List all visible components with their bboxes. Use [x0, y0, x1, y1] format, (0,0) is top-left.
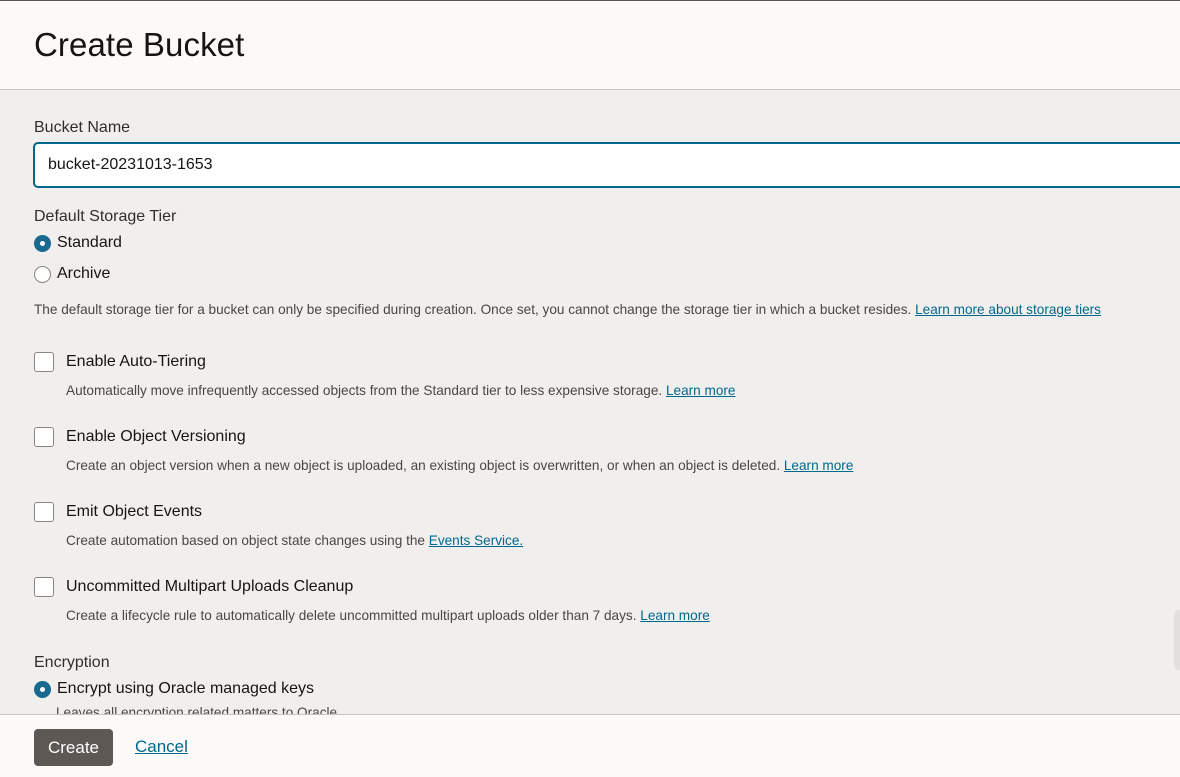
bucket-name-input[interactable] — [33, 142, 1180, 188]
page-title: Create Bucket — [34, 26, 245, 63]
object-versioning-option[interactable]: Enable Object Versioning — [34, 427, 246, 447]
radio-standard-label: Standard — [57, 234, 122, 251]
emit-events-checkbox[interactable] — [34, 502, 54, 522]
radio-oracle-managed-keys-label: Encrypt using Oracle managed keys — [57, 680, 315, 697]
auto-tiering-option[interactable]: Enable Auto-Tiering — [34, 352, 206, 372]
create-bucket-page: Create Bucket Bucket Name Default Storag… — [0, 0, 1180, 777]
auto-tiering-help: Automatically move infrequently accessed… — [66, 383, 735, 398]
radio-archive[interactable]: Archive — [34, 264, 110, 284]
auto-tiering-checkbox[interactable] — [34, 352, 54, 372]
form-body[interactable]: Bucket Name Default Storage Tier Standar… — [0, 90, 1180, 714]
object-versioning-help-text: Create an object version when a new obje… — [66, 458, 781, 473]
side-help-tab[interactable] — [1174, 610, 1180, 670]
events-service-link[interactable]: Events Service. — [429, 533, 523, 548]
emit-events-label: Emit Object Events — [66, 503, 203, 520]
encryption-label: Encryption — [34, 654, 110, 671]
auto-tiering-learn-more-link[interactable]: Learn more — [666, 383, 736, 398]
object-versioning-help: Create an object version when a new obje… — [66, 458, 853, 473]
storage-tier-label: Default Storage Tier — [34, 208, 177, 225]
oracle-managed-keys-help: Leaves all encryption related matters to… — [56, 705, 341, 714]
panel-footer: Create Cancel — [0, 714, 1180, 777]
multipart-cleanup-option[interactable]: Uncommitted Multipart Uploads Cleanup — [34, 577, 353, 597]
multipart-cleanup-checkbox[interactable] — [34, 577, 54, 597]
multipart-cleanup-label: Uncommitted Multipart Uploads Cleanup — [66, 578, 354, 595]
emit-events-help: Create automation based on object state … — [66, 533, 523, 548]
auto-tiering-label: Enable Auto-Tiering — [66, 353, 206, 370]
radio-archive-label: Archive — [57, 265, 111, 282]
radio-oracle-managed-keys[interactable]: Encrypt using Oracle managed keys — [34, 679, 314, 699]
panel-header: Create Bucket — [0, 0, 1180, 90]
learn-more-storage-tiers-link[interactable]: Learn more about storage tiers — [915, 302, 1101, 317]
emit-events-option[interactable]: Emit Object Events — [34, 502, 202, 522]
object-versioning-checkbox[interactable] — [34, 427, 54, 447]
radio-standard-control[interactable] — [34, 234, 51, 252]
radio-oracle-managed-keys-control[interactable] — [34, 680, 51, 698]
radio-standard[interactable]: Standard — [34, 233, 122, 253]
multipart-cleanup-learn-more-link[interactable]: Learn more — [640, 608, 710, 623]
cancel-button[interactable]: Cancel — [135, 737, 188, 757]
multipart-cleanup-help: Create a lifecycle rule to automatically… — [66, 608, 710, 623]
create-button[interactable]: Create — [34, 729, 113, 766]
storage-tier-help-text: The default storage tier for a bucket ca… — [34, 302, 912, 317]
emit-events-help-text: Create automation based on object state … — [66, 533, 425, 548]
auto-tiering-help-text: Automatically move infrequently accessed… — [66, 383, 663, 398]
storage-tier-help: The default storage tier for a bucket ca… — [34, 302, 1101, 317]
bucket-name-label: Bucket Name — [34, 119, 131, 136]
radio-archive-control[interactable] — [34, 265, 51, 283]
object-versioning-learn-more-link[interactable]: Learn more — [784, 458, 854, 473]
multipart-cleanup-help-text: Create a lifecycle rule to automatically… — [66, 608, 637, 623]
object-versioning-label: Enable Object Versioning — [66, 428, 246, 445]
